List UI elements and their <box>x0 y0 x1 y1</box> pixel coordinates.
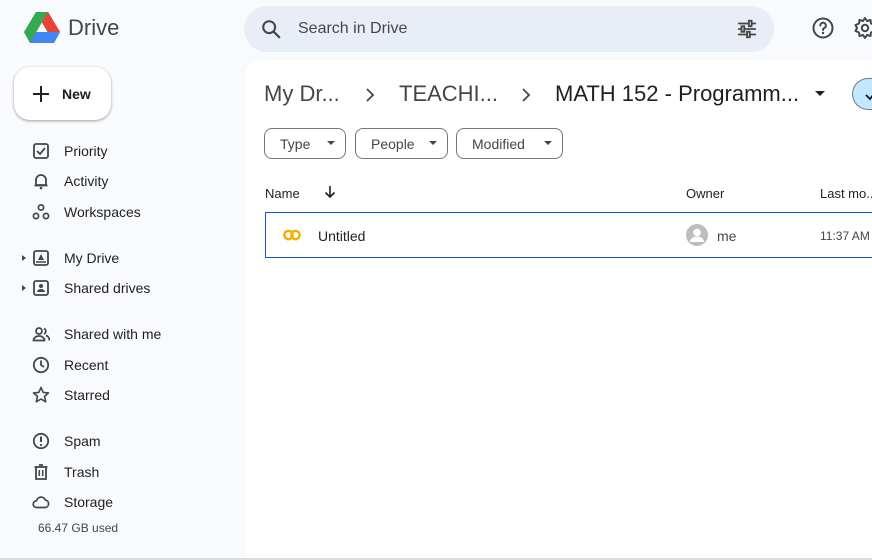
folder-menu-dropdown-icon[interactable] <box>815 91 825 97</box>
filter-chip-people[interactable]: People <box>355 128 448 159</box>
shared-drives-icon <box>33 280 49 296</box>
sidebar-item-label: Trash <box>64 464 100 480</box>
sort-direction-arrow-icon[interactable] <box>323 184 337 200</box>
sidebar-item-storage[interactable]: Storage <box>20 487 235 517</box>
trash-icon <box>34 464 48 480</box>
colab-file-icon <box>283 229 301 241</box>
search-input[interactable] <box>298 17 698 41</box>
expand-arrow-icon[interactable] <box>20 284 28 292</box>
sidebar-item-label: Workspaces <box>64 204 141 220</box>
new-button[interactable]: New <box>14 67 111 120</box>
bell-icon <box>34 174 48 190</box>
sidebar-item-label: Shared with me <box>64 326 162 342</box>
spam-icon <box>32 432 50 450</box>
sidebar-item-label: Spam <box>64 433 101 449</box>
dropdown-arrow-icon <box>544 141 552 145</box>
sidebar-item-label: My Drive <box>64 250 120 266</box>
clock-icon <box>32 356 50 374</box>
dropdown-arrow-icon <box>429 141 437 145</box>
sidebar-item-spam[interactable]: Spam <box>20 426 235 456</box>
search-icon[interactable] <box>260 18 282 40</box>
priority-icon <box>33 143 49 159</box>
chevron-right-icon <box>366 88 375 102</box>
app-name: Drive <box>68 15 120 40</box>
drive-logo-icon <box>24 12 60 43</box>
sidebar-item-label: Recent <box>64 357 109 373</box>
sidebar-item-recent[interactable]: Recent <box>20 350 235 380</box>
expand-arrow-icon[interactable] <box>20 254 28 262</box>
filter-chip-label: Type <box>280 135 311 152</box>
filter-chip-type[interactable]: Type <box>264 128 346 159</box>
people-icon <box>32 327 50 342</box>
search-options-icon[interactable] <box>736 18 758 40</box>
settings-gear-icon[interactable] <box>853 16 872 40</box>
plus-icon <box>33 85 49 102</box>
file-owner: me <box>717 228 737 244</box>
star-icon <box>32 386 50 403</box>
new-button-label: New <box>62 85 91 102</box>
sidebar-item-my-drive[interactable]: My Drive <box>20 243 235 273</box>
cloud-icon <box>32 496 50 509</box>
chevron-right-icon <box>522 88 531 102</box>
main-panel: My Dr... TEACHI... MATH 152 - Programm..… <box>245 60 872 560</box>
list-view-toggle[interactable] <box>852 78 872 110</box>
breadcrumb-item-teaching[interactable]: TEACHI... <box>399 81 498 107</box>
workspaces-icon <box>32 204 50 220</box>
filter-chip-label: People <box>371 135 415 152</box>
sidebar-item-label: Shared drives <box>64 280 151 296</box>
sidebar-item-shared-with-me[interactable]: Shared with me <box>20 319 235 349</box>
breadcrumb-item-current-folder[interactable]: MATH 152 - Programm... <box>555 81 799 107</box>
avatar-icon <box>686 224 708 246</box>
storage-used-text: 66.47 GB used <box>38 521 119 535</box>
my-drive-icon <box>33 250 49 266</box>
table-row[interactable]: Untitled me 11:37 AM <box>265 212 872 258</box>
sidebar-item-label: Priority <box>64 143 108 159</box>
column-header-name[interactable]: Name <box>265 186 300 201</box>
file-name: Untitled <box>318 228 366 244</box>
help-icon[interactable] <box>811 16 835 40</box>
filter-chip-label: Modified <box>472 135 525 152</box>
breadcrumb-item-my-drive[interactable]: My Dr... <box>264 81 340 107</box>
sidebar-item-label: Activity <box>64 173 109 189</box>
dropdown-arrow-icon <box>327 141 335 145</box>
drive-logo[interactable]: Drive <box>24 12 119 44</box>
search-bar[interactable] <box>244 6 774 52</box>
sidebar-item-workspaces[interactable]: Workspaces <box>20 197 235 227</box>
file-modified-time: 11:37 AM <box>820 229 870 243</box>
sidebar-item-activity[interactable]: Activity <box>20 166 235 196</box>
sidebar-item-priority[interactable]: Priority <box>20 136 235 166</box>
column-header-last-modified[interactable]: Last mo... <box>820 186 872 201</box>
sidebar-item-trash[interactable]: Trash <box>20 457 235 487</box>
sidebar-item-shared-drives[interactable]: Shared drives <box>20 273 235 303</box>
column-header-owner: Owner <box>686 186 725 201</box>
sidebar-item-label: Starred <box>64 387 110 403</box>
checkmark-icon <box>865 94 872 101</box>
sidebar-item-label: Storage <box>64 494 114 510</box>
filter-chip-modified[interactable]: Modified <box>456 128 563 159</box>
sidebar-item-starred[interactable]: Starred <box>20 380 235 410</box>
